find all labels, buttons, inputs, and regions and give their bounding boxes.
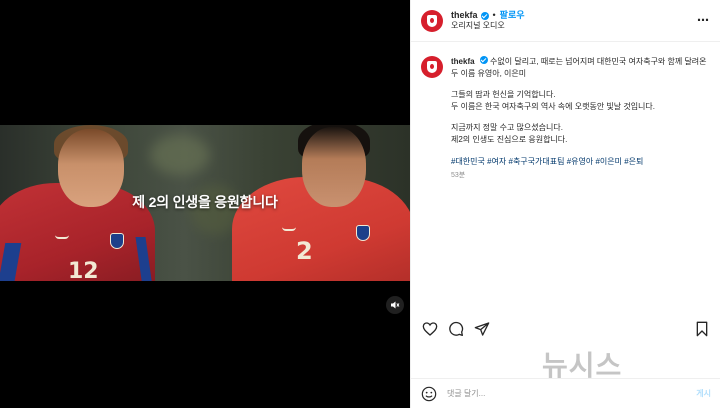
nike-logo-icon — [55, 235, 69, 239]
post-caption: thekfa 수없이 달리고, 때로는 넘어지며 대한민국 여자축구와 함께 달… — [451, 56, 710, 191]
comment-icon — [449, 321, 464, 336]
kfa-crest-icon — [356, 225, 370, 241]
header-meta: thekfa • 팔로우 오리지널 오디오 — [451, 10, 525, 30]
caption-text: 두 이름은 한국 여자축구의 역사 속에 오랫동안 빛날 것입니다. — [451, 101, 656, 111]
kfa-crest-icon — [427, 14, 437, 27]
avatar[interactable] — [421, 56, 443, 78]
follow-button[interactable]: 팔로우 — [500, 10, 525, 21]
caption-text: 지금까지 정말 수고 많으셨습니다. — [451, 123, 563, 133]
caption-text: 수없이 달리고, 때로는 넘어지며 대한민국 여자축구와 함께 달려온 두 이름… — [451, 57, 707, 78]
share-icon — [474, 322, 490, 336]
post-viewer: 12 2 제 2의 인생을 응원합니다 thekfa • 팔로우 오리지널 오디… — [0, 0, 720, 408]
more-options-button[interactable]: ⋯ — [697, 13, 710, 27]
video-caption: 제 2의 인생을 응원합니다 — [132, 194, 278, 210]
kfa-crest-icon — [110, 233, 124, 249]
verified-badge-icon — [479, 56, 488, 64]
separator-dot: • — [492, 10, 496, 21]
action-bar — [411, 316, 720, 342]
caption-paragraph: 지금까지 정말 수고 많으셨습니다. 제2의 인생도 진심으로 응원합니다. — [451, 122, 710, 145]
header-name-row: thekfa • 팔로우 — [451, 10, 525, 21]
audio-link[interactable]: 오리지널 오디오 — [451, 21, 525, 31]
avatar[interactable] — [421, 9, 443, 32]
bookmark-icon — [696, 321, 708, 337]
share-button[interactable] — [473, 320, 491, 338]
background-bokeh — [150, 135, 210, 175]
verified-badge-icon — [480, 11, 489, 20]
speaker-muted-icon — [391, 301, 400, 309]
post-header: thekfa • 팔로우 오리지널 오디오 ⋯ — [411, 0, 720, 42]
emoji-icon[interactable] — [421, 386, 437, 402]
post-comment-button[interactable]: 게시 — [696, 388, 711, 399]
like-button[interactable] — [421, 320, 439, 338]
save-button[interactable] — [693, 320, 711, 338]
jersey-number-left: 12 — [68, 259, 99, 281]
post-caption-block: thekfa 수없이 달리고, 때로는 넘어지며 대한민국 여자축구와 함께 달… — [411, 42, 720, 191]
hashtag-links[interactable]: #대한민국 #여자 #축구국가대표팀 #유영아 #이은미 #은퇴 — [451, 156, 710, 168]
jersey-number-right: 2 — [296, 237, 313, 265]
caption-text: 제2의 인생도 진심으로 응원합니다. — [451, 134, 568, 144]
username-link[interactable]: thekfa — [451, 10, 478, 21]
nike-logo-icon — [282, 227, 296, 231]
caption-text: 그들의 땀과 헌신을 기억합니다. — [451, 90, 556, 100]
comment-input[interactable]: 댓글 달기... — [447, 388, 696, 399]
newsis-watermark: 뉴시스 — [542, 349, 623, 382]
mute-button[interactable] — [386, 296, 404, 314]
kfa-crest-icon — [427, 61, 437, 73]
heart-icon — [422, 322, 438, 336]
post-time: 53분 — [451, 172, 466, 180]
media-pane[interactable]: 12 2 제 2의 인생을 응원합니다 — [0, 0, 410, 408]
caption-paragraph: 그들의 땀과 헌신을 기억합니다. 두 이름은 한국 여자축구의 역사 속에 오… — [451, 89, 710, 112]
caption-paragraph: thekfa 수없이 달리고, 때로는 넘어지며 대한민국 여자축구와 함께 달… — [451, 56, 710, 79]
caption-username[interactable]: thekfa — [451, 57, 475, 66]
comment-button[interactable] — [447, 320, 465, 338]
